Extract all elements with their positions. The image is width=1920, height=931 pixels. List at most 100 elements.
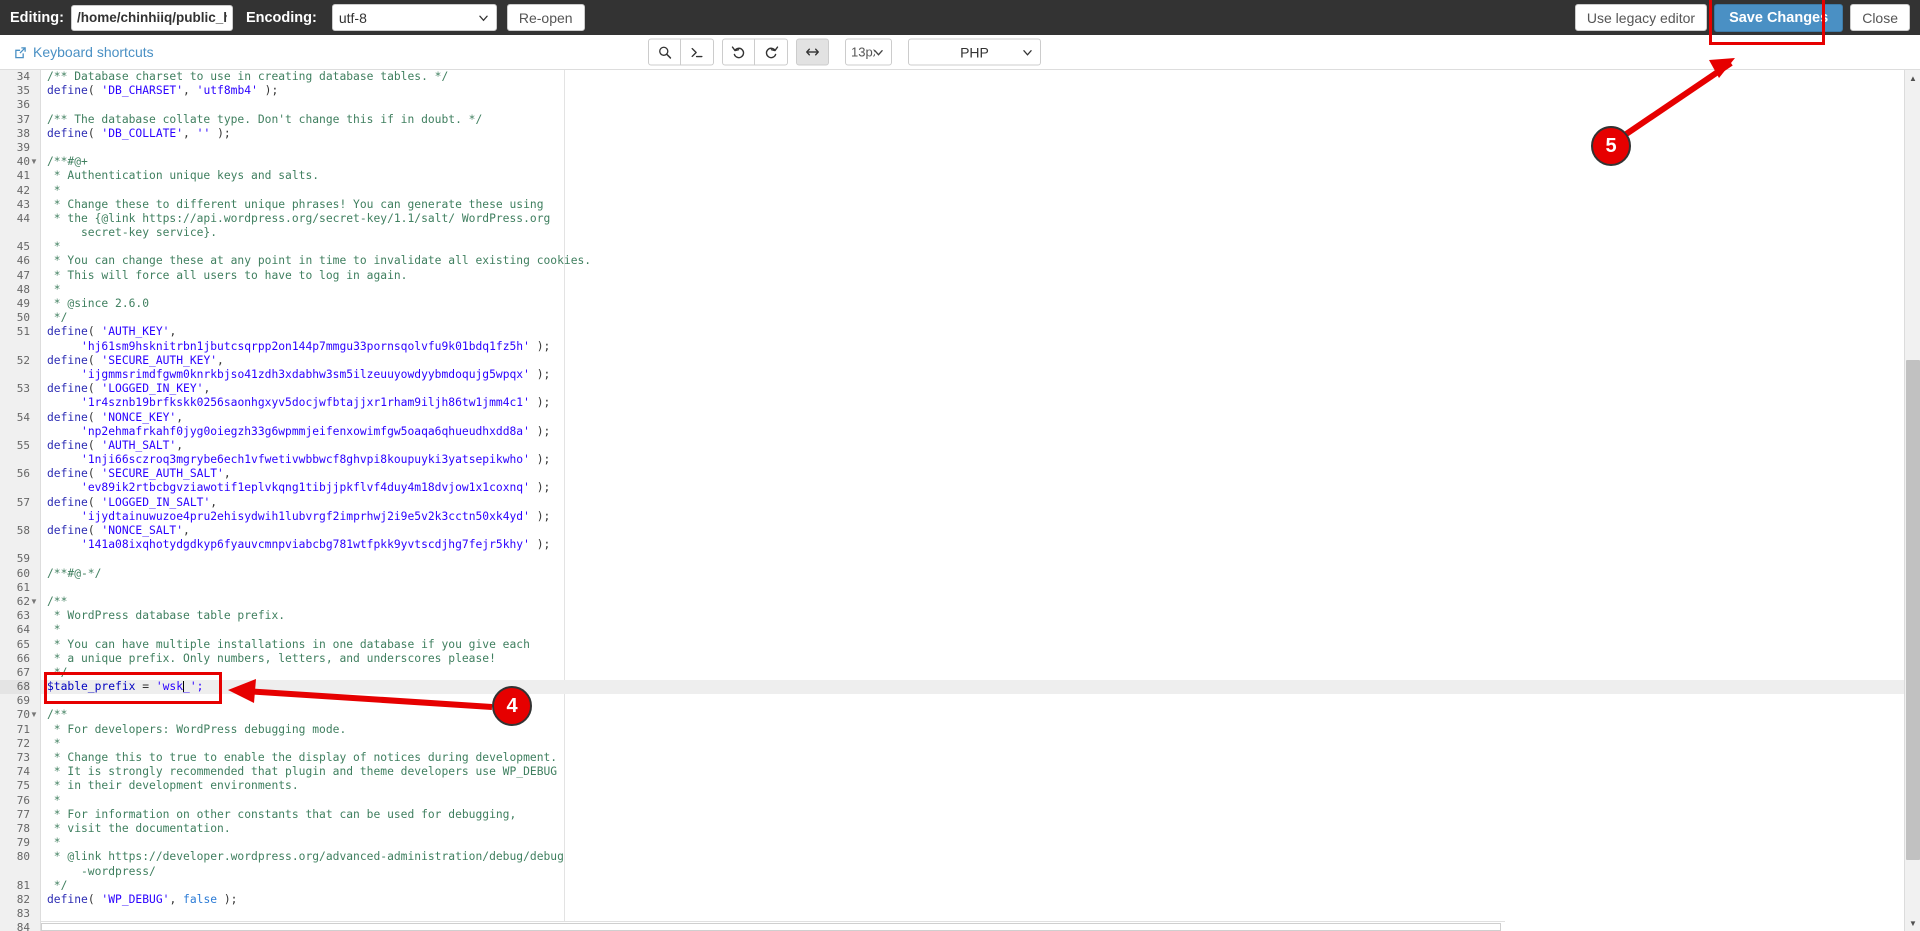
language-select[interactable]: PHP (908, 38, 1041, 66)
code-line[interactable]: 54 define( 'NONCE_KEY', (17, 411, 1920, 425)
code-line[interactable]: -wordpress/ (41, 865, 1920, 879)
code-line[interactable]: 46 * You can change these at any point i… (17, 254, 1920, 268)
code-line[interactable]: 62 ▼ /** (17, 595, 1920, 609)
code-line[interactable]: 49 * @since 2.6.0 (17, 297, 1920, 311)
code-text: /** (47, 595, 67, 609)
code-line[interactable]: 44 * the {@link https://api.wordpress.or… (17, 211, 1920, 226)
code-line[interactable]: 61 (17, 581, 1920, 595)
code-line[interactable]: 76 * (17, 794, 1920, 808)
line-number: 46 (16, 254, 30, 268)
code-line[interactable]: '1nji66sczroq3mgrybe6ech1vfwetivwbbwcf8g… (41, 453, 1920, 467)
code-line[interactable]: 45 * (17, 240, 1920, 254)
code-line[interactable]: 'ijgmmsrimdfgwm0knrkbjso41zdh3xdabhw3sm5… (41, 368, 1920, 382)
code-editor[interactable]: 34 /** Database charset to use in creatin… (0, 70, 1920, 931)
code-line[interactable]: 73 * Change this to true to enable the d… (17, 751, 1920, 765)
code-line[interactable]: 74 * It is strongly recommended that plu… (17, 765, 1920, 779)
code-line[interactable]: 64 * (17, 623, 1920, 637)
vertical-scrollbar[interactable]: ▲ ▼ (1904, 70, 1920, 931)
code-line[interactable]: 47 * This will force all users to have t… (17, 269, 1920, 283)
use-legacy-editor-button[interactable]: Use legacy editor (1574, 4, 1708, 31)
code-line[interactable]: 81 */ (17, 879, 1920, 893)
reopen-button[interactable]: Re-open (506, 4, 585, 31)
code-line[interactable]: 39 (17, 141, 1920, 155)
code-line[interactable]: 83 (17, 907, 1920, 921)
code-line[interactable]: 52 define( 'SECURE_AUTH_KEY', (17, 353, 1920, 368)
fold-toggle-icon[interactable]: ▼ (30, 155, 38, 169)
code-line[interactable]: 82 define( 'WP_DEBUG', false ); (17, 893, 1920, 907)
code-line[interactable]: 79 * (17, 836, 1920, 850)
code-text: * You can change these at any point in t… (47, 254, 591, 268)
code-line[interactable]: 68 $table_prefix = 'wsk_'; (0, 680, 1920, 695)
code-line[interactable]: 56 define( 'SECURE_AUTH_SALT', (17, 467, 1920, 481)
code-line[interactable]: 69 (17, 694, 1920, 708)
code-content[interactable]: 34 /** Database charset to use in creatin… (0, 70, 1920, 931)
horizontal-scrollbar-thumb[interactable] (41, 923, 1501, 931)
code-line[interactable]: 53 define( 'LOGGED_IN_KEY', (17, 382, 1920, 396)
undo-icon[interactable] (722, 38, 755, 66)
code-line[interactable]: 38 define( 'DB_COLLATE', '' ); (17, 126, 1920, 141)
code-line[interactable]: 58 define( 'NONCE_SALT', (17, 524, 1920, 538)
line-number: 57 (16, 495, 30, 509)
code-line[interactable]: 40 ▼ /**#@+ (17, 155, 1920, 169)
code-text: * (47, 794, 61, 808)
code-line[interactable]: 70 ▼ /** (17, 708, 1920, 722)
code-line[interactable]: 63 * WordPress database table prefix. (17, 609, 1920, 623)
code-line[interactable]: '141a08ixqhotydgdkyp6fyauvcmnpviabcbg781… (41, 538, 1920, 552)
code-token: 'SECURE_AUTH_KEY' (101, 353, 218, 367)
line-number: 62 (16, 594, 30, 608)
save-changes-button[interactable]: Save Changes (1714, 3, 1844, 32)
code-line[interactable]: 65 * You can have multiple installations… (17, 638, 1920, 652)
code-line[interactable]: 'ijydtainuwuzoe4pru2ehisydwih1lubvrgf2im… (41, 510, 1920, 524)
code-line[interactable]: 36 (17, 98, 1920, 112)
code-token: ); (210, 126, 231, 140)
search-icon[interactable] (648, 38, 681, 66)
horizontal-scrollbar[interactable] (41, 921, 1505, 931)
code-line[interactable]: secret-key service}. (41, 226, 1920, 240)
code-text: * (47, 283, 61, 297)
code-line[interactable]: 67 */ (17, 666, 1920, 680)
keyboard-shortcuts-link[interactable]: Keyboard shortcuts (14, 44, 154, 60)
code-line[interactable]: 71 * For developers: WordPress debugging… (17, 723, 1920, 737)
redo-icon[interactable] (755, 38, 788, 66)
code-line[interactable]: 77 * For information on other constants … (17, 808, 1920, 822)
code-line[interactable]: 66 * a unique prefix. Only numbers, lett… (17, 652, 1920, 666)
code-line[interactable]: 72 * (17, 737, 1920, 751)
terminal-icon[interactable] (681, 38, 714, 66)
encoding-select[interactable]: utf-8 (331, 4, 497, 31)
code-line[interactable]: 80 * @link https://developer.wordpress.o… (17, 850, 1920, 864)
line-number: 39 (16, 140, 30, 154)
code-line[interactable]: 'hj61sm9hsknitrbn1jbutcsqrpp2on144p7mmgu… (41, 340, 1920, 354)
code-line[interactable]: 41 * Authentication unique keys and salt… (17, 169, 1920, 183)
code-line[interactable]: 37 /** The database collate type. Don't c… (17, 113, 1920, 127)
font-size-select[interactable]: 13px (845, 38, 892, 66)
code-line[interactable]: 57 define( 'LOGGED_IN_SALT', (17, 496, 1920, 510)
code-line[interactable]: 42 * (17, 184, 1920, 198)
fold-toggle-icon[interactable]: ▼ (30, 708, 38, 722)
vertical-scrollbar-thumb[interactable] (1906, 360, 1920, 860)
scroll-down-icon[interactable]: ▼ (1905, 915, 1920, 931)
code-line[interactable]: 43 * Change these to different unique ph… (17, 198, 1920, 212)
code-line[interactable]: 78 * visit the documentation. (17, 822, 1920, 836)
code-text: */ (47, 666, 68, 680)
code-line[interactable]: 34 /** Database charset to use in creatin… (17, 70, 1920, 84)
code-line[interactable]: 59 (17, 552, 1920, 566)
file-path-input[interactable] (70, 4, 233, 31)
line-number: 83 (16, 907, 30, 921)
code-line[interactable]: 75 * in their development environments. (17, 779, 1920, 793)
code-line[interactable]: 35 define( 'DB_CHARSET', 'utf8mb4' ); (17, 84, 1920, 98)
code-line[interactable]: 'np2ehmafrkahf0jyg0oiegzh33g6wpmmjeifenx… (41, 425, 1920, 439)
code-token: * the {@link https://api.wordpress.org/s… (47, 211, 551, 225)
code-line[interactable]: 51 define( 'AUTH_KEY', (17, 325, 1920, 339)
code-line[interactable]: 60 /**#@-*/ (17, 567, 1920, 581)
code-text: 'ev89ik2rtbcbgvziawotif1eplvkqng1tibjjpk… (47, 481, 550, 495)
word-wrap-icon[interactable] (796, 38, 829, 66)
scroll-up-icon[interactable]: ▲ (1905, 70, 1920, 86)
code-line[interactable]: 48 * (17, 283, 1920, 297)
code-line[interactable]: 50 */ (17, 311, 1920, 325)
code-line[interactable]: 'ev89ik2rtbcbgvziawotif1eplvkqng1tibjjpk… (41, 481, 1920, 495)
code-line[interactable]: '1r4sznb19brfkskk0256saonhgxyv5docjwfbta… (41, 396, 1920, 410)
close-button[interactable]: Close (1850, 4, 1910, 31)
code-line[interactable]: 55 define( 'AUTH_SALT', (17, 439, 1920, 453)
fold-toggle-icon[interactable]: ▼ (30, 595, 38, 609)
